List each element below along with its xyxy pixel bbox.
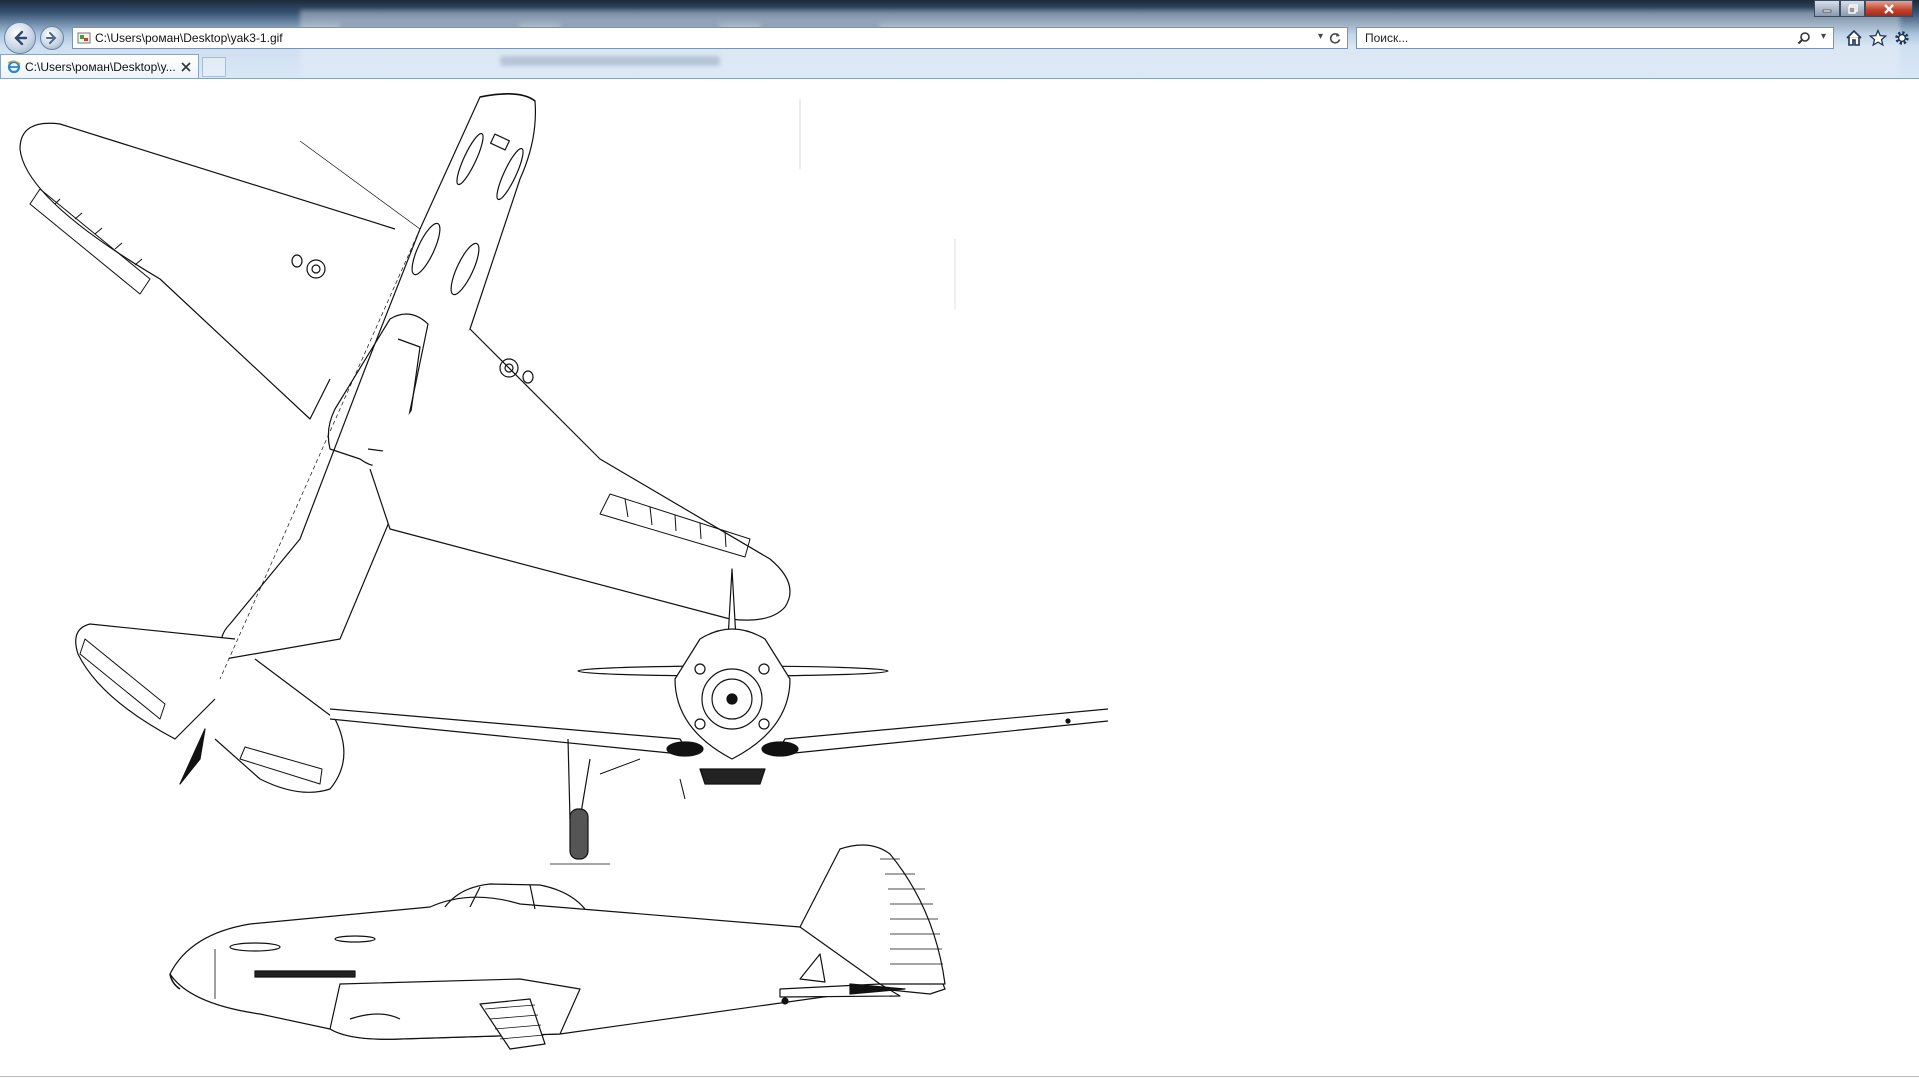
address-dropdown-icon[interactable]: ▾ bbox=[1318, 31, 1323, 42]
search-icon[interactable] bbox=[1797, 31, 1811, 45]
browser-chrome: C:\Users\роман\Desktop\yak3-1.gif ▾ ▾ bbox=[0, 0, 1919, 79]
favorites-button[interactable] bbox=[1868, 28, 1888, 48]
tools-button[interactable] bbox=[1892, 28, 1912, 48]
restore-icon bbox=[1847, 3, 1858, 14]
gear-icon bbox=[1895, 31, 1909, 45]
address-text[interactable]: C:\Users\роман\Desktop\yak3-1.gif bbox=[95, 31, 283, 45]
arrow-left-icon bbox=[14, 30, 28, 46]
search-box[interactable]: ▾ bbox=[1356, 27, 1834, 49]
arrow-right-icon bbox=[46, 32, 57, 44]
restore-button[interactable] bbox=[1840, 0, 1865, 17]
tab-active[interactable]: C:\Users\роман\Desktop\y... bbox=[0, 54, 199, 78]
top-view-drawing bbox=[19, 93, 791, 793]
forward-button[interactable] bbox=[40, 26, 64, 50]
minimize-icon bbox=[1822, 9, 1832, 12]
address-bar[interactable]: C:\Users\роман\Desktop\yak3-1.gif ▾ bbox=[72, 27, 1348, 49]
minimize-button[interactable] bbox=[1814, 0, 1840, 17]
page-icon bbox=[77, 32, 91, 44]
close-tab-icon[interactable] bbox=[181, 62, 191, 72]
back-button[interactable] bbox=[4, 22, 36, 54]
home-icon bbox=[1846, 29, 1862, 46]
image-viewport bbox=[0, 79, 1919, 1079]
search-input[interactable] bbox=[1363, 30, 1747, 46]
home-button[interactable] bbox=[1844, 28, 1864, 48]
aircraft-blueprint-image bbox=[19, 93, 1109, 1050]
tab-label: C:\Users\роман\Desktop\y... bbox=[25, 59, 176, 74]
refresh-icon[interactable] bbox=[1328, 31, 1342, 45]
close-button[interactable] bbox=[1865, 0, 1913, 17]
star-icon bbox=[1869, 29, 1887, 47]
side-view-drawing bbox=[169, 844, 946, 1050]
ie-tab-icon bbox=[7, 60, 21, 73]
status-divider bbox=[0, 1076, 1919, 1077]
search-dropdown-icon[interactable]: ▾ bbox=[1821, 31, 1826, 42]
close-icon bbox=[1884, 3, 1894, 14]
new-tab-button[interactable] bbox=[202, 57, 226, 77]
